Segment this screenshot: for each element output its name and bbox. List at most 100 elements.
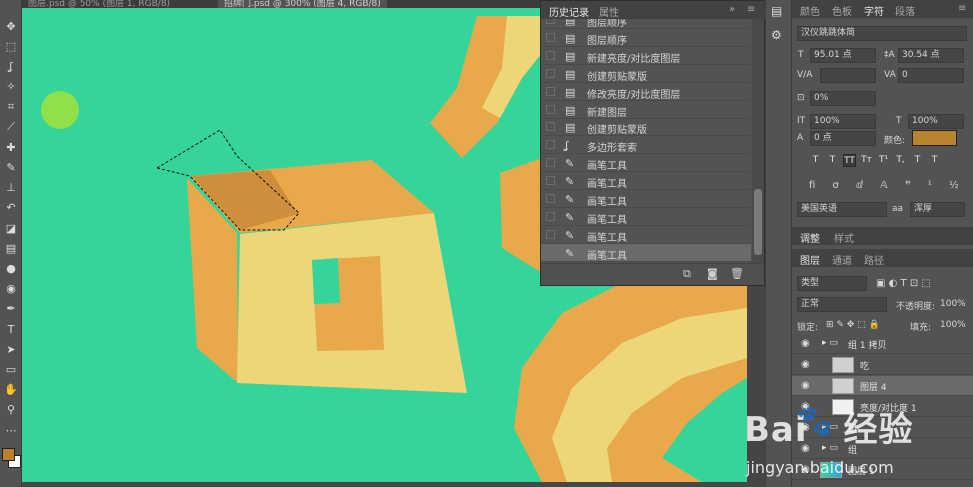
history-checkbox[interactable]	[546, 211, 555, 221]
layer-row[interactable]: ◉ 图层 1	[792, 460, 973, 480]
panel-menu-icon[interactable]: ≡	[958, 3, 966, 14]
pen-icon[interactable]: ✒	[3, 301, 19, 317]
history-checkbox[interactable]	[546, 19, 555, 24]
folder-icon[interactable]: ▸ ▭	[822, 422, 838, 432]
folder-icon[interactable]: ▸ ▭	[822, 443, 838, 453]
history-checkbox[interactable]	[546, 104, 555, 114]
history-item[interactable]: ▤ 新建亮度/对比度图层	[541, 47, 751, 65]
format-button-1[interactable]: T	[826, 154, 839, 167]
history-checkbox[interactable]	[546, 50, 555, 60]
tab-layers[interactable]: 图层	[800, 252, 820, 267]
history-item[interactable]: ▤ 图层顺序	[541, 29, 751, 47]
format-button-4[interactable]: T¹	[877, 154, 890, 167]
layer-filter-select[interactable]: 类型	[797, 276, 867, 291]
move-icon[interactable]: ✥	[3, 18, 19, 34]
lock-icons[interactable]: ⊞ ✎ ✥ ⬚ 🔒	[826, 320, 880, 330]
history-checkbox[interactable]	[546, 32, 555, 42]
visibility-eye-icon[interactable]: ◉	[801, 464, 810, 475]
kerning-field[interactable]	[820, 68, 876, 83]
format-button-7[interactable]: T	[928, 154, 941, 167]
visibility-eye-icon[interactable]: ◉	[801, 338, 810, 349]
magic-wand-icon[interactable]: ✧	[3, 79, 19, 95]
tab-adjustments[interactable]: 调整	[800, 230, 820, 245]
eraser-icon[interactable]: ◪	[3, 220, 19, 236]
properties-panel-icon[interactable]: ⚙	[771, 28, 782, 42]
blend-mode-select[interactable]: 正常	[797, 297, 887, 312]
visibility-eye-icon[interactable]: ◉	[801, 401, 810, 412]
history-item[interactable]: ✎ 画笔工具	[541, 226, 751, 244]
history-checkbox[interactable]	[546, 140, 555, 150]
shape-icon[interactable]: ▭	[3, 361, 19, 377]
eyedropper-icon[interactable]: ⟋	[3, 119, 19, 135]
path-select-icon[interactable]: ➤	[3, 341, 19, 357]
history-panel-icon[interactable]: ▤	[771, 4, 782, 18]
tab-paths[interactable]: 路径	[864, 252, 884, 267]
visibility-eye-icon[interactable]: ◉	[801, 443, 810, 454]
visibility-eye-icon[interactable]: ◉	[801, 380, 810, 391]
layer-row[interactable]: ◉ 图层 4	[792, 376, 973, 396]
history-checkbox[interactable]	[546, 247, 555, 257]
type-icon[interactable]: T	[3, 321, 19, 337]
baseline-field[interactable]: 0 点	[810, 131, 876, 146]
history-item[interactable]: ▤ 创建剪贴蒙版	[541, 65, 751, 83]
language-select[interactable]: 美国英语	[797, 202, 887, 217]
history-checkbox[interactable]	[546, 122, 555, 132]
history-item[interactable]: ✎ 画笔工具	[541, 172, 751, 191]
font-family-select[interactable]: 汉仪跳跳体简	[797, 26, 967, 41]
history-brush-icon[interactable]: ↶	[3, 200, 19, 216]
leading-field[interactable]: 30.54 点	[898, 48, 964, 63]
tab-properties[interactable]: 属性	[599, 4, 619, 19]
layer-row[interactable]: ◉ 亮度/对比度 1	[792, 397, 973, 417]
hand-icon[interactable]: ✋	[3, 382, 19, 398]
format-button-6[interactable]: T	[911, 154, 924, 167]
history-checkbox[interactable]	[546, 68, 555, 78]
stamp-icon[interactable]: ⊥	[3, 180, 19, 196]
history-item[interactable]: ▤ 新建图层	[541, 101, 751, 119]
delete-trash-icon[interactable]: 🗑	[730, 267, 744, 280]
format-button-3[interactable]: Tт	[860, 154, 873, 167]
collapse-icon[interactable]: »	[729, 4, 735, 15]
folder-icon[interactable]: ▸ ▭	[822, 338, 838, 348]
layer-row[interactable]: ◉ ▸ ▭ 组 1 拷贝	[792, 334, 973, 354]
blur-icon[interactable]: ●	[3, 260, 19, 276]
document-tab-1[interactable]: 图层.psd @ 50% (图层 1, RGB/8)	[28, 0, 170, 8]
visibility-eye-icon[interactable]: ◉	[801, 359, 810, 370]
marquee-icon[interactable]: ⬚	[3, 38, 19, 54]
format-button-2[interactable]: TT	[843, 154, 856, 167]
new-document-from-state-icon[interactable]: ⧉	[683, 267, 691, 281]
history-scroll-thumb[interactable]	[754, 189, 762, 255]
format-button-5[interactable]: T,	[894, 154, 907, 167]
brush-icon[interactable]: ✎	[3, 159, 19, 175]
layer-row[interactable]: ◉ ▸ ▭ 组	[792, 418, 973, 438]
tab-channels[interactable]: 通道	[832, 252, 852, 267]
history-checkbox[interactable]	[546, 229, 555, 239]
history-item[interactable]: ▤ 创建剪贴蒙版	[541, 118, 751, 137]
tab-character[interactable]: 字符	[864, 3, 884, 18]
history-item[interactable]: ▤ 修改亮度/对比度图层	[541, 83, 751, 101]
crop-icon[interactable]: ⌗	[3, 99, 19, 115]
format-button-0[interactable]: T	[809, 154, 822, 167]
gradient-icon[interactable]: ▤	[3, 240, 19, 256]
history-scrollbar[interactable]	[752, 19, 764, 263]
scale-field[interactable]: 0%	[810, 91, 876, 106]
dodge-icon[interactable]: ◉	[3, 281, 19, 297]
history-checkbox[interactable]	[546, 176, 555, 186]
history-item[interactable]: ✎ 画笔工具	[541, 243, 751, 262]
layer-row[interactable]: ◉ 吃	[792, 355, 973, 375]
visibility-eye-icon[interactable]: ◉	[801, 422, 810, 433]
font-size-field[interactable]: 95.01 点	[810, 48, 876, 63]
history-item[interactable]: ✎ 画笔工具	[541, 190, 751, 208]
opentype-buttons[interactable]: ﬁ σ ⅆ 𝔸 ꟸ ¹ ½	[809, 180, 966, 191]
zoom-icon[interactable]: ⚲	[3, 402, 19, 418]
history-item[interactable]: ▤ 图层顺序	[541, 19, 751, 29]
document-tab-2[interactable]: 招牌门.psd @ 300% (图层 4, RGB/8)	[218, 0, 387, 8]
history-item[interactable]: ✎ 画笔工具	[541, 208, 751, 226]
snapshot-camera-icon[interactable]: ◙	[707, 267, 718, 280]
lasso-icon[interactable]: ʆ	[3, 58, 19, 74]
history-item[interactable]: ✎ 画笔工具	[541, 154, 751, 173]
panel-menu-icon[interactable]: ≡	[747, 4, 755, 15]
opacity-value[interactable]: 100%	[940, 299, 966, 309]
history-checkbox[interactable]	[546, 86, 555, 96]
more-icon[interactable]: ⋯	[3, 422, 19, 438]
tab-swatches[interactable]: 色板	[832, 3, 852, 18]
